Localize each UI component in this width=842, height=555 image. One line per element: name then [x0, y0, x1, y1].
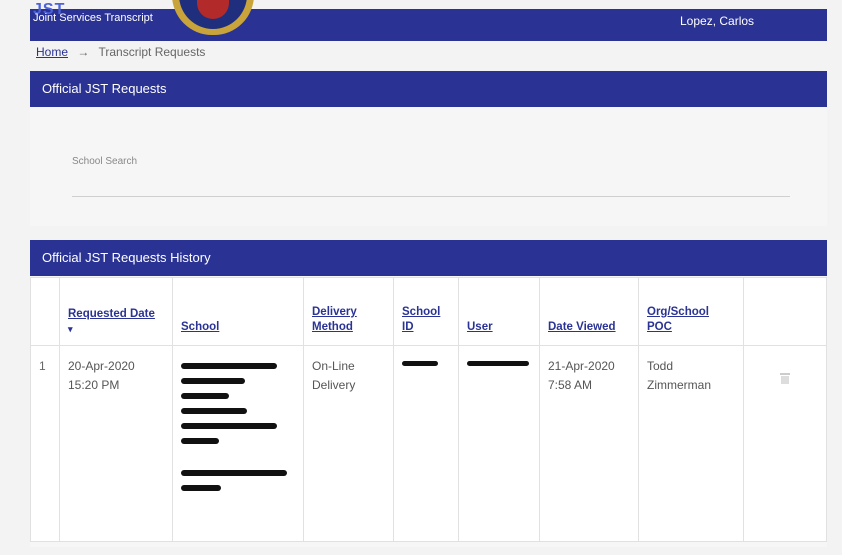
school-search-input[interactable]: [72, 172, 790, 197]
actions-cell: [743, 345, 827, 542]
school-search-label: School Search: [72, 156, 138, 167]
requests-panel: Official JST Requests School Search: [30, 71, 827, 226]
viewed-time: 7:58 AM: [548, 378, 593, 392]
breadcrumb: Home → Transcript Requests: [36, 45, 205, 59]
redaction-mark: [181, 408, 247, 414]
app-title: Joint Services Transcript: [33, 12, 153, 24]
top-navigation-bar: JST Joint Services Transcript Lopez, Car…: [30, 0, 827, 41]
redaction-mark: [402, 361, 438, 366]
org-poc-header-line2[interactable]: POC: [647, 320, 735, 335]
history-panel-title: Official JST Requests History: [30, 240, 827, 276]
table-header-row: Requested Date ▾ School Delivery Method …: [30, 277, 827, 346]
school-header-link[interactable]: School: [181, 320, 295, 335]
date-viewed-column-header[interactable]: Date Viewed: [539, 277, 639, 346]
index-column-header: [30, 277, 60, 346]
requests-panel-title: Official JST Requests: [30, 71, 827, 107]
delivery-method-column-header[interactable]: Delivery Method: [303, 277, 394, 346]
redaction-mark: [181, 378, 245, 384]
breadcrumb-arrow-icon: →: [77, 45, 90, 59]
delivery-header-line2[interactable]: Method: [312, 320, 385, 335]
org-poc-header-line1[interactable]: Org/School: [647, 305, 735, 320]
school-id-cell-redacted: [393, 345, 459, 542]
delivery-method-cell: On-Line Delivery: [303, 345, 394, 542]
user-header-link[interactable]: User: [467, 320, 531, 335]
redaction-mark: [181, 470, 287, 476]
breadcrumb-home-link[interactable]: Home: [36, 45, 68, 59]
school-id-header-line2[interactable]: ID: [402, 320, 450, 335]
school-id-column-header[interactable]: School ID: [393, 277, 459, 346]
delivery-method-line1: On-Line: [312, 359, 355, 373]
actions-column-header: [743, 277, 827, 346]
sort-down-icon[interactable]: ▾: [68, 324, 164, 335]
school-cell-redacted: [172, 345, 304, 542]
user-column-header[interactable]: User: [458, 277, 540, 346]
marine-corps-seal-icon: [172, 0, 254, 35]
redaction-mark: [181, 363, 277, 369]
redaction-mark: [181, 423, 277, 429]
org-poc-cell: Todd Zimmerman: [638, 345, 744, 542]
poc-first-name: Todd: [647, 359, 674, 373]
table-row: 1 20-Apr-2020 15:20 PM On-Line Delivery …: [30, 345, 827, 542]
history-table: Requested Date ▾ School Delivery Method …: [30, 277, 827, 542]
redaction-mark: [181, 485, 221, 491]
user-cell-redacted: [458, 345, 540, 542]
requests-history-panel: Official JST Requests History Requested …: [30, 240, 827, 547]
user-name[interactable]: Lopez, Carlos: [680, 14, 754, 28]
requested-date-column-header[interactable]: Requested Date ▾: [59, 277, 173, 346]
requested-time: 15:20 PM: [68, 378, 120, 392]
viewed-date: 21-Apr-2020: [548, 359, 615, 373]
delivery-header-line1[interactable]: Delivery: [312, 305, 385, 320]
org-poc-column-header[interactable]: Org/School POC: [638, 277, 744, 346]
requested-date-header-link[interactable]: Requested Date: [68, 307, 164, 322]
poc-last-name: Zimmerman: [647, 378, 712, 392]
date-viewed-cell: 21-Apr-2020 7:58 AM: [539, 345, 639, 542]
breadcrumb-current: Transcript Requests: [98, 45, 206, 59]
redaction-mark: [181, 438, 219, 444]
school-id-header-line1[interactable]: School: [402, 305, 450, 320]
requested-date: 20-Apr-2020: [68, 359, 135, 373]
delivery-method-line2: Delivery: [312, 378, 356, 392]
redaction-mark: [467, 361, 529, 366]
school-column-header[interactable]: School: [172, 277, 304, 346]
row-index: 1: [30, 345, 60, 542]
trash-icon[interactable]: [780, 373, 790, 384]
requested-date-cell: 20-Apr-2020 15:20 PM: [59, 345, 173, 542]
redaction-mark: [181, 393, 229, 399]
date-viewed-header-link[interactable]: Date Viewed: [548, 320, 630, 335]
